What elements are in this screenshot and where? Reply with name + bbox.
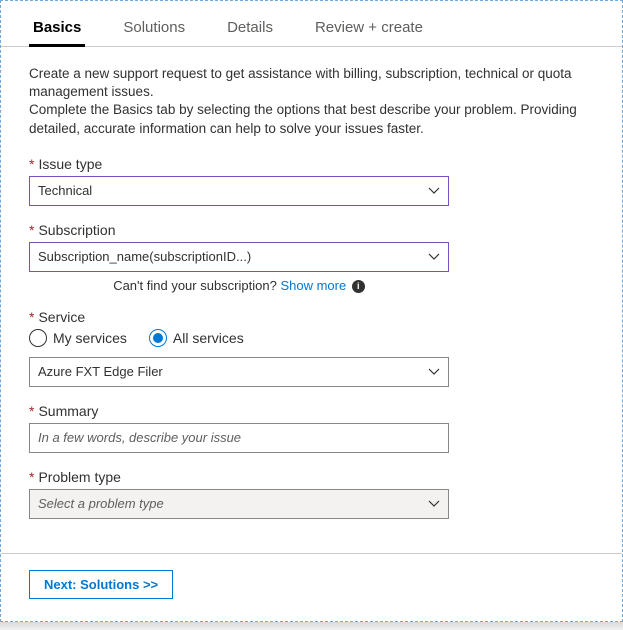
label-service-text: Service — [38, 309, 85, 325]
radio-my-services[interactable]: My services — [29, 329, 127, 347]
select-service-value: Azure FXT Edge Filer — [38, 364, 163, 379]
form-content: Create a new support request to get assi… — [1, 47, 622, 553]
tab-basics[interactable]: Basics — [29, 13, 85, 46]
field-summary: *Summary In a few words, describe your i… — [29, 403, 594, 453]
field-issue-type: *Issue type Technical — [29, 156, 594, 206]
intro-text: Create a new support request to get assi… — [29, 65, 594, 138]
chevron-down-icon — [428, 251, 440, 263]
label-service: *Service — [29, 309, 594, 325]
required-marker: * — [29, 222, 34, 238]
input-summary[interactable]: In a few words, describe your issue — [29, 423, 449, 453]
label-issue-type-text: Issue type — [38, 156, 102, 172]
subscription-helper: Can't find your subscription? Show more … — [29, 278, 449, 293]
select-problem-type[interactable]: Select a problem type — [29, 489, 449, 519]
footer: Next: Solutions >> — [1, 553, 622, 621]
service-radio-group: My services All services — [29, 329, 594, 347]
chevron-down-icon — [428, 366, 440, 378]
chevron-down-icon — [428, 185, 440, 197]
tab-details[interactable]: Details — [223, 13, 277, 46]
support-request-panel: Basics Solutions Details Review + create… — [0, 0, 623, 622]
subscription-helper-text: Can't find your subscription? — [113, 278, 280, 293]
required-marker: * — [29, 156, 34, 172]
select-issue-type[interactable]: Technical — [29, 176, 449, 206]
label-issue-type: *Issue type — [29, 156, 594, 172]
info-icon[interactable]: i — [352, 280, 365, 293]
select-subscription[interactable]: Subscription_name(subscriptionID...) — [29, 242, 449, 272]
select-issue-type-value: Technical — [38, 183, 92, 198]
select-subscription-value: Subscription_name(subscriptionID...) — [38, 249, 251, 264]
label-problem-type: *Problem type — [29, 469, 594, 485]
radio-circle — [149, 329, 167, 347]
radio-all-services[interactable]: All services — [149, 329, 244, 347]
required-marker: * — [29, 403, 34, 419]
field-service: *Service My services All services Azure … — [29, 309, 594, 387]
label-summary: *Summary — [29, 403, 594, 419]
field-subscription: *Subscription Subscription_name(subscrip… — [29, 222, 594, 293]
label-subscription: *Subscription — [29, 222, 594, 238]
select-service[interactable]: Azure FXT Edge Filer — [29, 357, 449, 387]
label-subscription-text: Subscription — [38, 222, 115, 238]
radio-circle — [29, 329, 47, 347]
field-problem-type: *Problem type Select a problem type — [29, 469, 594, 519]
show-more-link[interactable]: Show more — [280, 278, 346, 293]
radio-my-services-label: My services — [53, 330, 127, 346]
bottom-shadow — [0, 622, 623, 630]
required-marker: * — [29, 309, 34, 325]
tab-bar: Basics Solutions Details Review + create — [1, 1, 622, 47]
input-summary-placeholder: In a few words, describe your issue — [38, 430, 241, 445]
next-solutions-button[interactable]: Next: Solutions >> — [29, 570, 173, 599]
label-summary-text: Summary — [38, 403, 98, 419]
required-marker: * — [29, 469, 34, 485]
tab-solutions[interactable]: Solutions — [119, 13, 189, 46]
chevron-down-icon — [428, 498, 440, 510]
tab-review-create[interactable]: Review + create — [311, 13, 427, 46]
radio-all-services-label: All services — [173, 330, 244, 346]
select-problem-type-placeholder: Select a problem type — [38, 496, 164, 511]
label-problem-type-text: Problem type — [38, 469, 120, 485]
